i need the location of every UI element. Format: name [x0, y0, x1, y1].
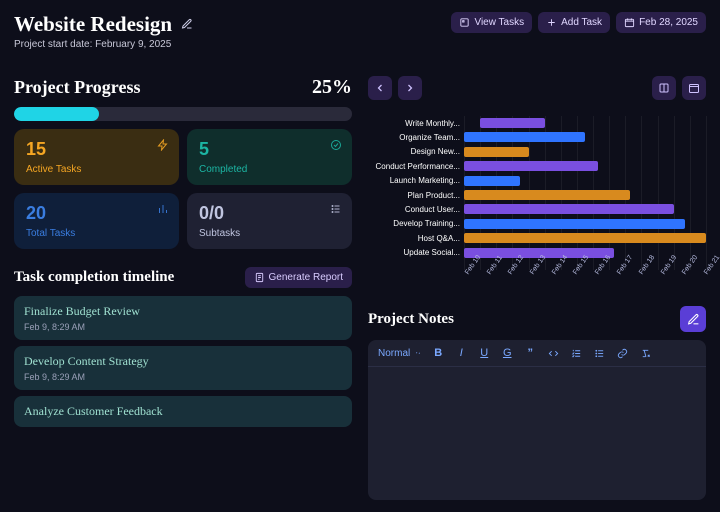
generate-report-button[interactable]: Generate Report	[245, 267, 353, 288]
editor-toolbar: Normal B I U G ”	[368, 340, 706, 367]
chart-row-label: Develop Training...	[368, 219, 464, 228]
stat-active-tasks[interactable]: 15 Active Tasks	[14, 129, 179, 185]
chart-row-label: Conduct Performance...	[368, 162, 464, 171]
chart-bar[interactable]	[480, 118, 545, 128]
chart-row: Conduct User...	[368, 202, 706, 216]
color-button[interactable]: G	[500, 347, 514, 359]
timeline-item[interactable]: Develop Content Strategy Feb 9, 8:29 AM	[14, 346, 352, 390]
stat-completed[interactable]: 5 Completed	[187, 129, 352, 185]
underline-button[interactable]: U	[477, 347, 491, 359]
check-circle-icon	[330, 139, 342, 154]
timeline-item-title: Develop Content Strategy	[24, 354, 342, 369]
chart-row: Host Q&A...	[368, 231, 706, 245]
bar-chart-icon	[157, 203, 169, 218]
stat-subtasks-label: Subtasks	[199, 228, 340, 239]
add-task-button[interactable]: Add Task	[538, 12, 610, 33]
chart-bar[interactable]	[464, 219, 685, 229]
italic-button[interactable]: I	[454, 347, 468, 359]
stat-total-tasks[interactable]: 20 Total Tasks	[14, 193, 179, 249]
progress-percent: 25%	[312, 76, 352, 99]
progress-bar	[14, 107, 352, 121]
chart-next-button[interactable]	[398, 76, 422, 100]
list-icon	[330, 203, 342, 218]
timeline-item-title: Analyze Customer Feedback	[24, 404, 342, 419]
ordered-list-button[interactable]	[569, 348, 583, 359]
timeline-title: Task completion timeline	[14, 269, 174, 286]
gantt-chart: Write Monthly... Organize Team... Design N…	[368, 116, 706, 294]
chart-row: Plan Product...	[368, 188, 706, 202]
clear-format-button[interactable]	[638, 348, 652, 359]
chart-bar[interactable]	[464, 176, 520, 186]
code-button[interactable]	[546, 348, 560, 359]
bold-button[interactable]: B	[431, 347, 445, 359]
editor-textarea[interactable]	[368, 367, 706, 500]
edit-title-icon[interactable]	[181, 18, 193, 33]
chart-prev-button[interactable]	[368, 76, 392, 100]
notes-title: Project Notes	[368, 311, 454, 328]
format-select[interactable]: Normal	[378, 348, 422, 359]
chart-row-label: Update Social...	[368, 248, 464, 257]
stat-completed-label: Completed	[199, 164, 340, 175]
progress-fill	[14, 107, 99, 121]
project-start-date: Project start date: February 9, 2025	[14, 39, 193, 50]
chart-row-label: Plan Product...	[368, 191, 464, 200]
timeline-item[interactable]: Analyze Customer Feedback	[14, 396, 352, 427]
chart-bar[interactable]	[464, 132, 585, 142]
chart-bar[interactable]	[464, 190, 630, 200]
notes-editor[interactable]: Normal B I U G ”	[368, 340, 706, 500]
chart-row-label: Design New...	[368, 147, 464, 156]
stat-completed-value: 5	[199, 139, 340, 160]
timeline-item-date: Feb 9, 8:29 AM	[24, 322, 342, 332]
chart-row-label: Conduct User...	[368, 205, 464, 214]
timeline-item-date: Feb 9, 8:29 AM	[24, 372, 342, 382]
chart-row: Design New...	[368, 145, 706, 159]
bullet-list-button[interactable]	[592, 348, 606, 359]
view-tasks-label: View Tasks	[474, 17, 524, 28]
chart-row-label: Write Monthly...	[368, 119, 464, 128]
chart-row: Write Monthly...	[368, 116, 706, 130]
view-tasks-button[interactable]: View Tasks	[451, 12, 532, 33]
chart-row-label: Launch Marketing...	[368, 176, 464, 185]
timeline-item-title: Finalize Budget Review	[24, 304, 342, 319]
chart-row: Develop Training...	[368, 217, 706, 231]
chart-row: Conduct Performance...	[368, 159, 706, 173]
view-columns-button[interactable]	[652, 76, 676, 100]
chart-bar[interactable]	[464, 204, 674, 214]
stat-active-label: Active Tasks	[26, 164, 167, 175]
stat-subtasks-value: 0/0	[199, 203, 340, 224]
add-task-label: Add Task	[561, 17, 602, 28]
stat-subtasks[interactable]: 0/0 Subtasks	[187, 193, 352, 249]
bolt-icon	[157, 139, 169, 154]
quote-button[interactable]: ”	[523, 347, 537, 359]
page-title: Website Redesign	[14, 12, 172, 36]
chart-bar[interactable]	[464, 161, 598, 171]
progress-title: Project Progress	[14, 77, 140, 98]
format-select-label: Normal	[378, 348, 410, 359]
chart-row: Launch Marketing...	[368, 174, 706, 188]
stat-total-value: 20	[26, 203, 167, 224]
chart-bar[interactable]	[464, 147, 529, 157]
chart-bar[interactable]	[464, 233, 706, 243]
generate-report-label: Generate Report	[269, 272, 344, 283]
stat-total-label: Total Tasks	[26, 228, 167, 239]
chart-row-label: Host Q&A...	[368, 234, 464, 243]
timeline-item[interactable]: Finalize Budget Review Feb 9, 8:29 AM	[14, 296, 352, 340]
stat-active-value: 15	[26, 139, 167, 160]
date-picker-label: Feb 28, 2025	[639, 17, 698, 28]
notes-edit-button[interactable]	[680, 306, 706, 332]
chart-row: Organize Team...	[368, 130, 706, 144]
link-button[interactable]	[615, 348, 629, 359]
chart-row-label: Organize Team...	[368, 133, 464, 142]
view-calendar-button[interactable]	[682, 76, 706, 100]
date-picker-button[interactable]: Feb 28, 2025	[616, 12, 706, 33]
